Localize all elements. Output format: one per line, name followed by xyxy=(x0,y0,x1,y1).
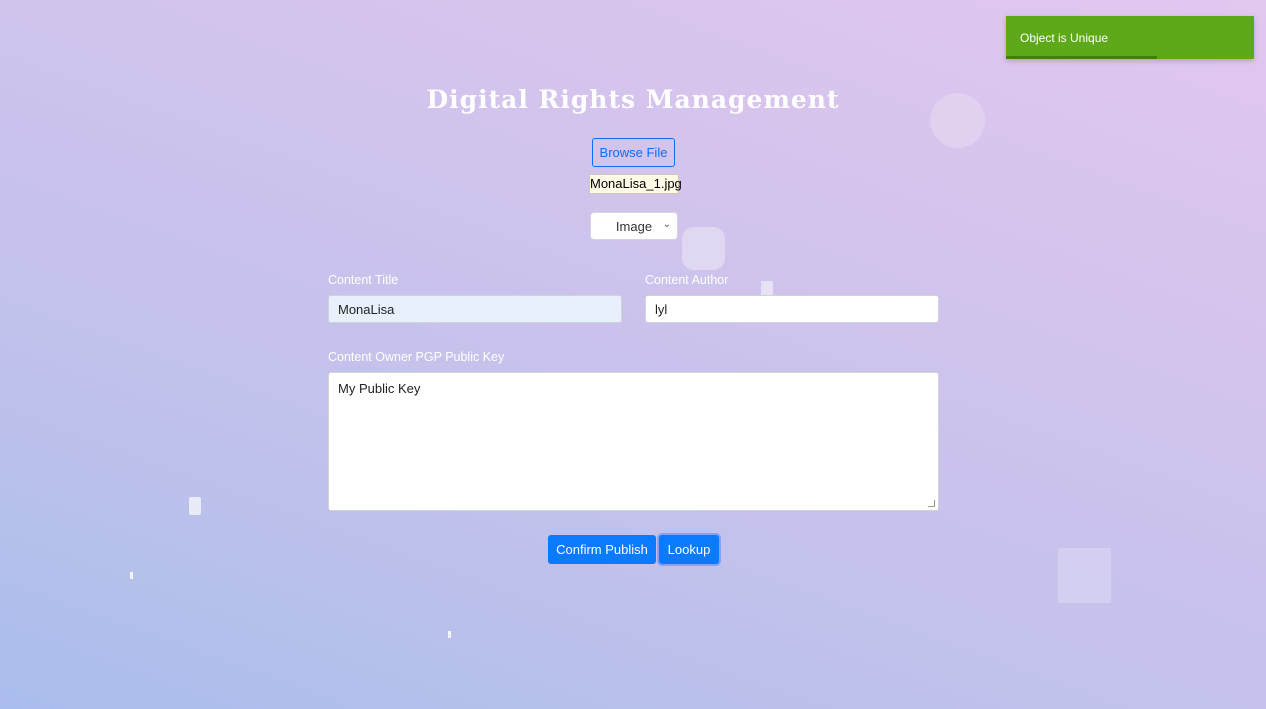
resize-grip-icon xyxy=(928,500,935,507)
decorative-tile xyxy=(189,497,201,515)
toast-notification[interactable]: Object is Unique xyxy=(1006,16,1254,59)
selected-filename: MonaLisa_1.jpg xyxy=(589,174,682,194)
pgp-key-textarea[interactable]: My Public Key xyxy=(328,372,939,511)
textarea-resize-handle[interactable] xyxy=(928,500,937,509)
decorative-dash xyxy=(448,631,451,638)
content-author-label: Content Author xyxy=(645,273,729,287)
pgp-key-label: Content Owner PGP Public Key xyxy=(328,350,505,364)
content-title-input[interactable] xyxy=(328,295,622,323)
confirm-publish-button[interactable]: Confirm Publish xyxy=(548,535,656,564)
browse-file-button[interactable]: Browse File xyxy=(592,138,675,167)
content-type-selected: Image xyxy=(615,218,653,234)
decorative-tile xyxy=(761,281,773,295)
content-type-select[interactable]: Image ⌄ xyxy=(590,212,678,240)
decorative-square xyxy=(1058,548,1111,603)
decorative-rounded-square xyxy=(682,227,725,270)
toast-progress-bar xyxy=(1006,56,1158,59)
page-title: Digital Rights Management xyxy=(426,85,840,114)
chevron-down-icon: ⌄ xyxy=(662,219,671,230)
content-author-input[interactable] xyxy=(645,295,939,323)
decorative-dash xyxy=(130,572,133,579)
content-title-label: Content Title xyxy=(328,273,399,287)
lookup-button[interactable]: Lookup xyxy=(659,535,719,564)
toast-message: Object is Unique xyxy=(1020,31,1109,45)
